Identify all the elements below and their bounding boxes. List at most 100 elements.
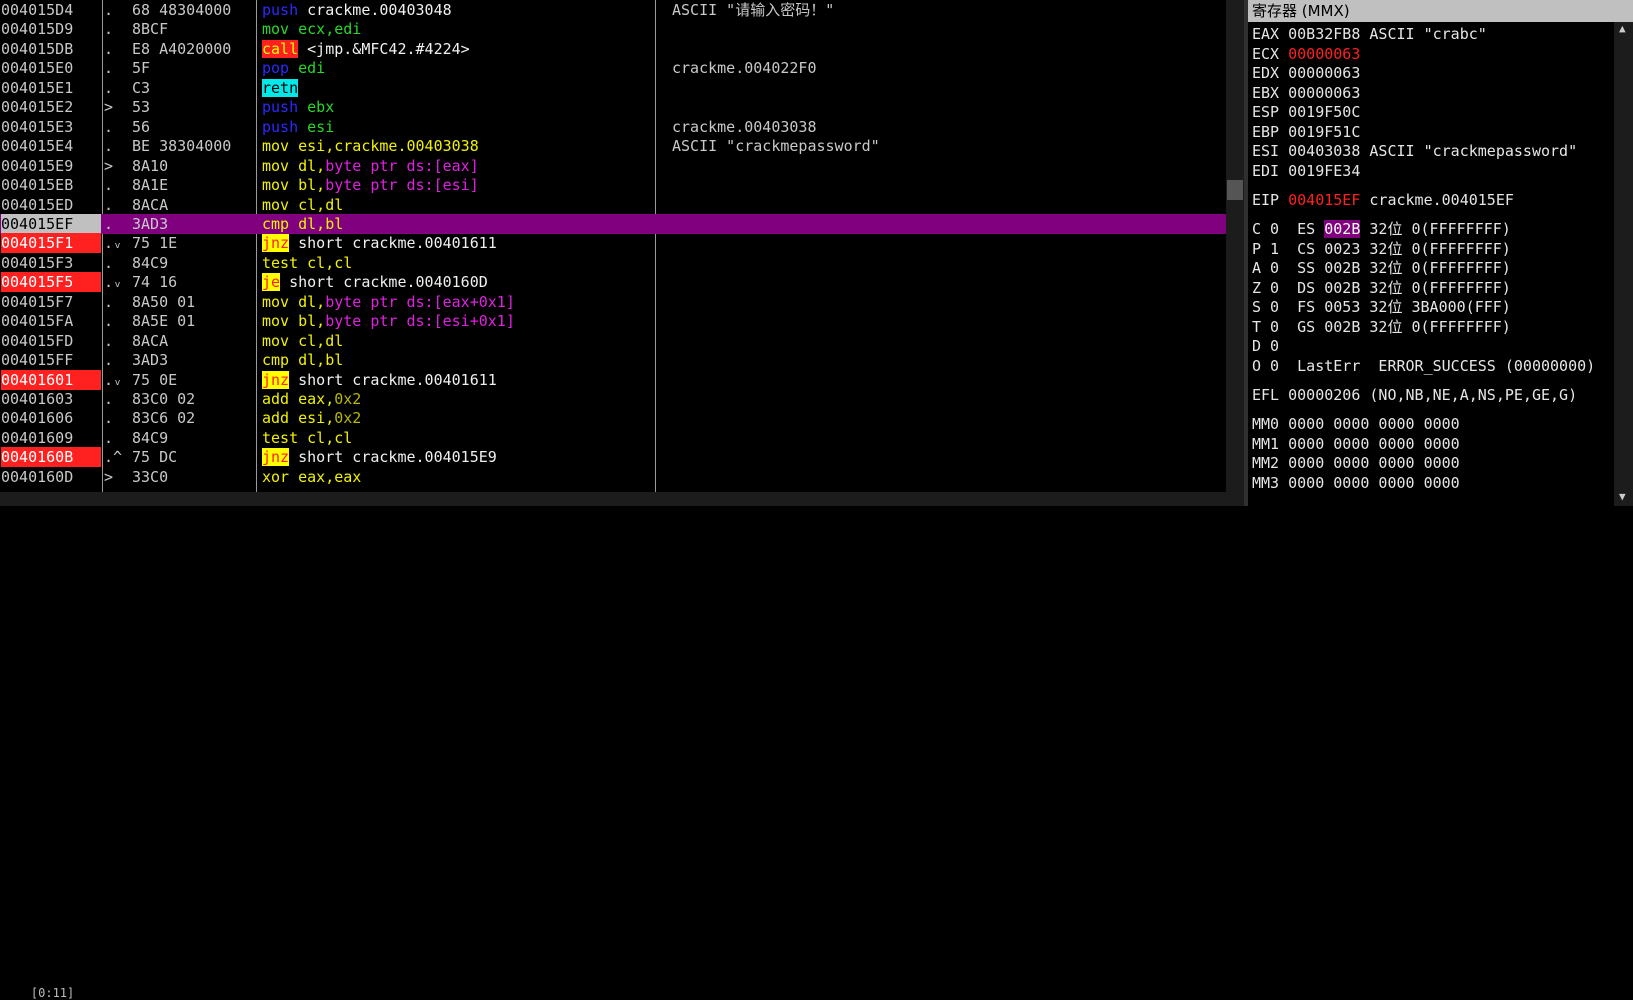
- flag[interactable]: O 0: [1252, 357, 1297, 375]
- flag[interactable]: T 0: [1252, 318, 1297, 336]
- disasm-row[interactable]: 004015E3. 56 push esi crackme.00403038: [0, 117, 1226, 137]
- efl-value[interactable]: EFL 00000206 (NO,NB,NE,A,NS,PE,GE,G): [1252, 386, 1577, 404]
- flag[interactable]: S 0: [1252, 298, 1297, 316]
- comment: [672, 370, 1212, 390]
- flag-row[interactable]: A 0 SS 002B 32位 0(FFFFFFFF): [1252, 258, 1511, 278]
- disassembly-pane[interactable]: 004015D4. 68 48304000 push crackme.0040304…: [0, 0, 1226, 492]
- flag[interactable]: Z 0: [1252, 279, 1297, 297]
- register-value[interactable]: 00000063: [1288, 64, 1360, 82]
- disasm-horizontal-scrollbar[interactable]: [0:11]: [0, 492, 1244, 1000]
- register-value[interactable]: 0019FE34: [1288, 162, 1360, 180]
- disasm-row[interactable]: 004015FF. 3AD3 cmp dl,bl: [0, 350, 1226, 370]
- register-edx[interactable]: EDX 00000063: [1252, 63, 1360, 83]
- flag-row[interactable]: D 0: [1252, 336, 1297, 356]
- flag-row[interactable]: O 0 LastErr ERROR_SUCCESS (00000000): [1252, 356, 1595, 376]
- segment-selector[interactable]: 002B: [1324, 220, 1361, 238]
- instruction: jnz short crackme.00401611: [262, 233, 662, 253]
- registers-pane[interactable]: 寄存器 (MMX) EAX 00B32FB8 ASCII "crabc" ECX …: [1248, 0, 1633, 506]
- register-value[interactable]: 004015EF: [1288, 191, 1360, 209]
- disasm-row[interactable]: 004015EF. 3AD3 cmp dl,bl: [0, 213, 1226, 234]
- mmx-value[interactable]: MM1 0000 0000 0000 0000: [1252, 435, 1460, 453]
- flag[interactable]: A 0: [1252, 259, 1297, 277]
- mmx-value[interactable]: MM0 0000 0000 0000 0000: [1252, 415, 1460, 433]
- register-efl[interactable]: EFL 00000206 (NO,NB,NE,A,NS,PE,GE,G): [1252, 385, 1577, 405]
- flag-row[interactable]: C 0 ES 002B 32位 0(FFFFFFFF): [1252, 219, 1511, 239]
- disasm-row[interactable]: 004015FA. 8A5E 01 mov bl,byte ptr ds:[esi+…: [0, 311, 1226, 331]
- register-value[interactable]: 00B32FB8: [1288, 25, 1360, 43]
- disasm-row[interactable]: 004015E4. BE 38304000 mov esi,crackme.0040…: [0, 136, 1226, 156]
- register-mmx[interactable]: MM3 0000 0000 0000 0000: [1252, 473, 1460, 493]
- register-value[interactable]: 00000063: [1288, 45, 1360, 63]
- flag[interactable]: C 0: [1252, 220, 1297, 238]
- address: 004015EF: [1, 213, 101, 234]
- instruction-token: cl,cl: [298, 253, 353, 272]
- flag-row[interactable]: Z 0 DS 002B 32位 0(FFFFFFFF): [1252, 278, 1511, 298]
- disasm-row[interactable]: 004015F1 .ᵥ 75 1E jnz short crackme.0040161…: [0, 233, 1226, 254]
- register-mmx[interactable]: MM0 0000 0000 0000 0000: [1252, 414, 1460, 434]
- disasm-row[interactable]: 004015ED. 8ACA mov cl,dl: [0, 195, 1226, 215]
- disasm-row[interactable]: 004015D9. 8BCF mov ecx,edi: [0, 19, 1226, 39]
- disasm-row[interactable]: 00401603. 83C0 02 add eax,0x2: [0, 389, 1226, 409]
- disasm-row[interactable]: 004015E0. 5F pop edi crackme.004022F0: [0, 58, 1226, 78]
- jump-marker: .ᵥ: [104, 234, 123, 253]
- register-mmx[interactable]: MM1 0000 0000 0000 0000: [1252, 434, 1460, 454]
- hex-bytes: 8A1E: [132, 176, 169, 195]
- instruction-token: 0x2: [334, 409, 362, 428]
- register-value[interactable]: 00000063: [1288, 84, 1360, 102]
- segment-selector[interactable]: 002B: [1324, 279, 1360, 297]
- disasm-row[interactable]: 004015F3. 84C9 test cl,cl: [0, 253, 1226, 273]
- register-mmx[interactable]: MM2 0000 0000 0000 0000: [1252, 453, 1460, 473]
- disasm-vertical-scrollbar[interactable]: [1226, 0, 1244, 492]
- flag-row[interactable]: S 0 FS 0053 32位 3BA000(FFF): [1252, 297, 1511, 317]
- disasm-row[interactable]: 004015F7. 8A50 01 mov dl,byte ptr ds:[eax+…: [0, 292, 1226, 312]
- segment-selector[interactable]: 002B: [1324, 318, 1360, 336]
- disasm-row[interactable]: 004015F5 .ᵥ 74 16 je short crackme.0040160D: [0, 272, 1226, 293]
- scroll-down-icon[interactable]: ▼: [1619, 490, 1626, 503]
- hex-bytes: 75 1E: [132, 234, 178, 253]
- segment-selector[interactable]: 0023: [1324, 240, 1360, 258]
- register-eax[interactable]: EAX 00B32FB8 ASCII "crabc": [1252, 24, 1487, 44]
- disasm-row[interactable]: 004015E1. C3 retn: [0, 78, 1226, 98]
- disasm-row[interactable]: 0040160B .^ 75 DC jnz short crackme.004015E…: [0, 447, 1226, 468]
- segment-selector[interactable]: 002B: [1324, 259, 1360, 277]
- register-ebx[interactable]: EBX 00000063: [1252, 83, 1360, 103]
- flag-row[interactable]: P 1 CS 0023 32位 0(FFFFFFFF): [1252, 239, 1511, 259]
- registers-vertical-scrollbar[interactable]: ▲ ▼: [1614, 22, 1633, 506]
- disasm-row[interactable]: 004015E2 >53 push ebx: [0, 97, 1226, 117]
- mmx-value[interactable]: MM2 0000 0000 0000 0000: [1252, 454, 1460, 472]
- address: 004015FD: [1, 331, 74, 350]
- scroll-up-icon[interactable]: ▲: [1619, 22, 1626, 35]
- register-eip[interactable]: EIP 004015EF crackme.004015EF: [1252, 190, 1514, 210]
- disasm-row[interactable]: 004015DB. E8 A4020000 call <jmp.&MFC42.#42…: [0, 39, 1226, 59]
- flag[interactable]: D 0: [1252, 337, 1297, 355]
- flag[interactable]: P 1: [1252, 240, 1297, 258]
- disasm-row[interactable]: 0040160D >33C0 xor eax,eax: [0, 467, 1226, 487]
- register-esi[interactable]: ESI 00403038 ASCII "crackmepassword": [1252, 141, 1577, 161]
- instruction: test cl,cl: [262, 253, 662, 273]
- register-ecx[interactable]: ECX 00000063: [1252, 44, 1360, 64]
- flag-row[interactable]: T 0 GS 002B 32位 0(FFFFFFFF): [1252, 317, 1511, 337]
- instruction: jnz short crackme.004015E9: [262, 447, 662, 467]
- register-ebp[interactable]: EBP 0019F51C: [1252, 122, 1360, 142]
- disasm-row[interactable]: 00401606. 83C6 02 add esi,0x2: [0, 408, 1226, 428]
- disasm-row[interactable]: 004015FD. 8ACA mov cl,dl: [0, 331, 1226, 351]
- address: 0040160B: [1, 447, 101, 468]
- mmx-value[interactable]: MM3 0000 0000 0000 0000: [1252, 474, 1460, 492]
- scroll-thumb[interactable]: [1227, 180, 1243, 200]
- disasm-row[interactable]: 00401601 .ᵥ 75 0E jnz short crackme.0040161…: [0, 369, 1226, 390]
- comment: [672, 272, 1212, 292]
- register-value[interactable]: 0019F50C: [1288, 103, 1360, 121]
- register-value[interactable]: 00403038: [1288, 142, 1360, 160]
- registers-title-bar[interactable]: 寄存器 (MMX): [1248, 0, 1633, 22]
- segment-selector[interactable]: 0053: [1324, 298, 1360, 316]
- register-edi[interactable]: EDI 0019FE34: [1252, 161, 1360, 181]
- disasm-row[interactable]: 00401609. 84C9 test cl,cl: [0, 428, 1226, 448]
- disasm-row[interactable]: 004015EB. 8A1E mov bl,byte ptr ds:[esi]: [0, 175, 1226, 195]
- disasm-row[interactable]: 004015E9 >8A10 mov dl,byte ptr ds:[eax]: [0, 156, 1226, 176]
- comment: [672, 233, 1212, 253]
- comment: [672, 97, 1212, 117]
- register-esp[interactable]: ESP 0019F50C: [1252, 102, 1360, 122]
- disasm-row[interactable]: 004015D4. 68 48304000 push crackme.0040304…: [0, 0, 1226, 20]
- register-value[interactable]: 0019F51C: [1288, 123, 1360, 141]
- jump-marker: .: [104, 331, 114, 350]
